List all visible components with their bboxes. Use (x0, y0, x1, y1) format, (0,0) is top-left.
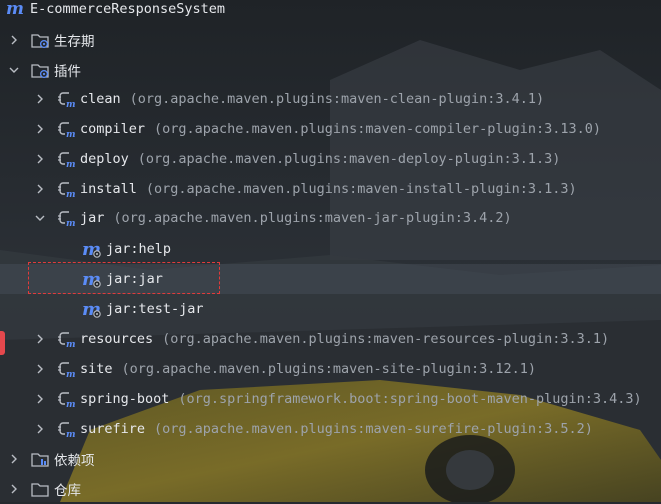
plugin-row-clean[interactable]: m clean (org.apache.maven.plugins:maven-… (0, 84, 661, 114)
plugin-name: spring-boot (80, 391, 170, 407)
plugin-name: deploy (80, 151, 129, 167)
svg-text:m: m (66, 400, 76, 409)
plugin-name: install (80, 181, 137, 197)
dependencies-icon (30, 449, 50, 469)
plugin-icon: m (56, 179, 76, 199)
plugin-row-surefire[interactable]: m surefire (org.apache.maven.plugins:mav… (0, 414, 661, 444)
dependencies-label: 依赖项 (54, 453, 95, 469)
svg-text:m: m (66, 430, 76, 439)
chevron-down-icon[interactable] (8, 55, 20, 85)
goal-row-jar-help[interactable]: m jar:help (0, 234, 661, 264)
plugin-coordinates: (org.apache.maven.plugins:maven-resource… (162, 331, 610, 347)
chevron-right-icon[interactable] (34, 324, 46, 354)
svg-text:m: m (66, 370, 76, 379)
svg-text:m: m (66, 190, 76, 199)
plugin-icon: m (56, 149, 76, 169)
plugin-coordinates: (org.apache.maven.plugins:maven-compiler… (154, 121, 602, 137)
plugin-row-install[interactable]: m install (org.apache.maven.plugins:mave… (0, 174, 661, 204)
goal-row-jar-test-jar[interactable]: m jar:test-jar (0, 294, 661, 324)
project-name: E-commerceResponseSystem (30, 1, 226, 17)
folder-gear-icon (30, 60, 50, 80)
plugin-icon: m (56, 208, 76, 228)
chevron-right-icon[interactable] (34, 114, 46, 144)
plugins-label: 插件 (54, 64, 81, 80)
goal-label: jar:test-jar (106, 301, 204, 317)
plugin-name: compiler (80, 121, 146, 137)
folder-gear-icon (30, 30, 50, 50)
svg-text:m: m (66, 340, 76, 349)
chevron-right-icon[interactable] (34, 174, 46, 204)
folder-icon (30, 479, 50, 499)
chevron-right-icon[interactable] (34, 414, 46, 444)
plugin-row-jar[interactable]: m jar (org.apache.maven.plugins:maven-ja… (0, 203, 661, 233)
lifecycle-label: 生存期 (54, 34, 95, 50)
goal-icon: m (82, 299, 104, 319)
plugin-icon: m (56, 419, 76, 439)
plugin-row-site[interactable]: m site (org.apache.maven.plugins:maven-s… (0, 354, 661, 384)
chevron-right-icon[interactable] (8, 25, 20, 55)
tree-item-dependencies[interactable]: 依赖项 (0, 444, 661, 474)
goal-icon: m (82, 239, 104, 259)
plugin-name: resources (80, 331, 154, 347)
goal-label: jar:help (106, 241, 172, 257)
plugin-icon: m (56, 359, 76, 379)
maven-icon: m (6, 0, 24, 19)
tree-root[interactable]: m E-commerceResponseSystem (0, 0, 661, 24)
plugin-coordinates: (org.apache.maven.plugins:maven-site-plu… (121, 361, 537, 377)
chevron-right-icon[interactable] (34, 384, 46, 414)
plugin-coordinates: (org.apache.maven.plugins:maven-deploy-p… (137, 151, 561, 167)
plugin-coordinates: (org.apache.maven.plugins:maven-surefire… (154, 421, 593, 437)
plugin-name: surefire (80, 421, 146, 437)
chevron-right-icon[interactable] (8, 444, 20, 474)
plugin-name: clean (80, 91, 121, 107)
plugin-coordinates: (org.springframework.boot:spring-boot-ma… (178, 391, 642, 407)
chevron-right-icon[interactable] (34, 84, 46, 114)
plugin-row-compiler[interactable]: m compiler (org.apache.maven.plugins:mav… (0, 114, 661, 144)
plugin-name: jar (80, 210, 105, 226)
plugin-name: site (80, 361, 113, 377)
chevron-down-icon[interactable] (34, 203, 46, 233)
svg-text:m: m (66, 160, 76, 169)
svg-text:m: m (66, 219, 76, 228)
chevron-right-icon[interactable] (34, 144, 46, 174)
plugin-row-spring-boot[interactable]: m spring-boot (org.springframework.boot:… (0, 384, 661, 414)
tree-item-plugins[interactable]: 插件 (0, 55, 661, 85)
plugin-row-deploy[interactable]: m deploy (org.apache.maven.plugins:maven… (0, 144, 661, 174)
plugin-icon: m (56, 389, 76, 409)
plugin-icon: m (56, 329, 76, 349)
plugin-row-resources[interactable]: m resources (org.apache.maven.plugins:ma… (0, 324, 661, 354)
chevron-right-icon[interactable] (8, 474, 20, 504)
plugin-coordinates: (org.apache.maven.plugins:maven-jar-plug… (113, 210, 512, 226)
maven-tree: m E-commerceResponseSystem 生存期 插件 m clea… (0, 0, 661, 502)
tree-item-lifecycle[interactable]: 生存期 (0, 25, 661, 55)
plugin-coordinates: (org.apache.maven.plugins:maven-clean-pl… (129, 91, 545, 107)
svg-text:m: m (66, 130, 76, 139)
svg-text:m: m (66, 100, 76, 109)
plugin-icon: m (56, 89, 76, 109)
repositories-label: 仓库 (54, 483, 81, 499)
plugin-coordinates: (org.apache.maven.plugins:maven-install-… (145, 181, 577, 197)
chevron-right-icon[interactable] (34, 354, 46, 384)
plugin-icon: m (56, 119, 76, 139)
highlight-box (28, 262, 220, 294)
tree-item-repositories[interactable]: 仓库 (0, 474, 661, 504)
